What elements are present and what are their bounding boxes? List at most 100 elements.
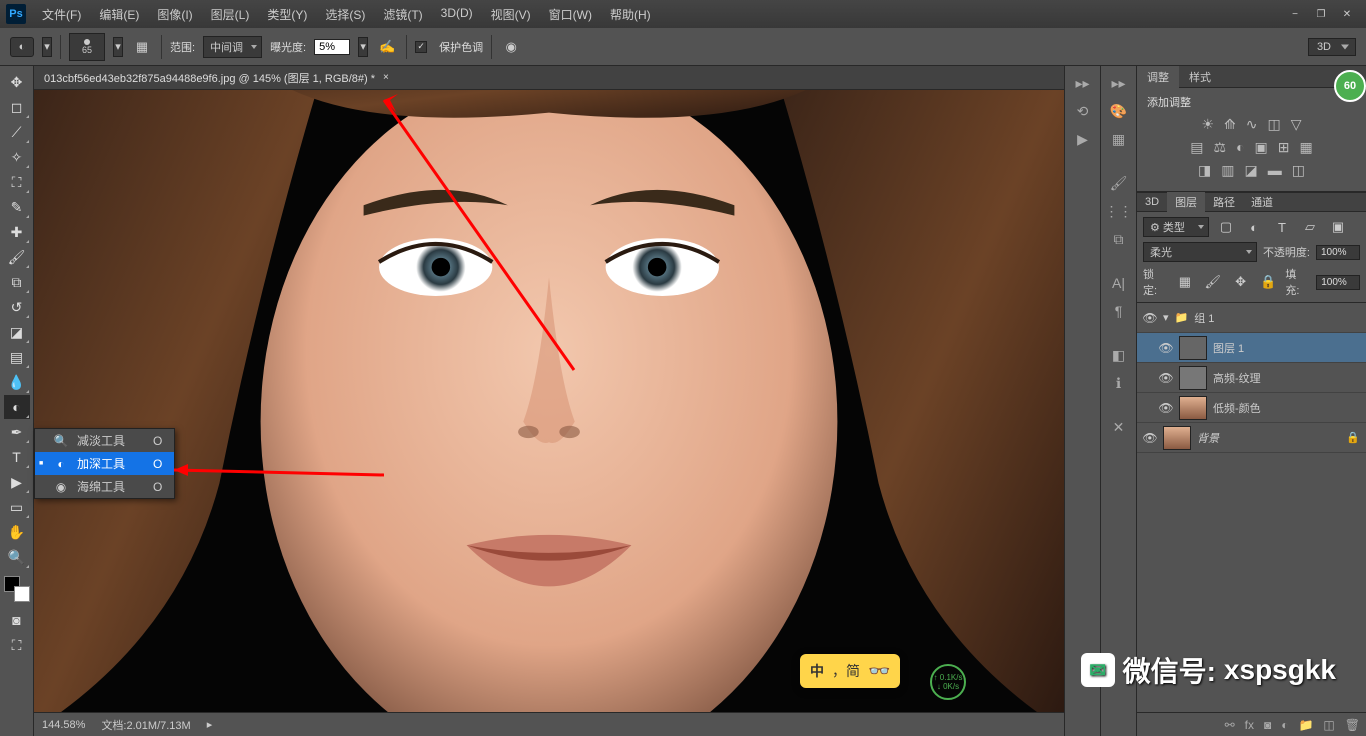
menu-filter[interactable]: 滤镜(T) bbox=[375, 2, 430, 27]
new-layer-icon[interactable]: ◫ bbox=[1323, 718, 1334, 732]
brush-panel-toggle[interactable]: ▦ bbox=[131, 36, 153, 58]
brush-tool[interactable]: 🖌 bbox=[4, 245, 30, 269]
move-tool[interactable]: ✥ bbox=[4, 70, 30, 94]
menu-window[interactable]: 窗口(W) bbox=[541, 2, 600, 27]
layer-name[interactable]: 组 1 bbox=[1194, 310, 1214, 326]
group-disclosure-icon[interactable]: ▾ bbox=[1163, 311, 1169, 324]
adj-gradmap-icon[interactable]: ▬ bbox=[1268, 162, 1282, 179]
mini-char-icon[interactable]: A| bbox=[1108, 272, 1130, 294]
layer-row-group[interactable]: 👁 ▾ 📁 组 1 bbox=[1137, 303, 1366, 333]
mini-para-icon[interactable]: ¶ bbox=[1108, 300, 1130, 322]
adj-lookup-icon[interactable]: ▦ bbox=[1300, 139, 1313, 156]
mini-nav-icon[interactable]: ◧ bbox=[1108, 344, 1130, 366]
stamp-tool[interactable]: ⧉ bbox=[4, 270, 30, 294]
mini-brushpresets-icon[interactable]: ⋮⋮ bbox=[1108, 200, 1130, 222]
tab-layers[interactable]: 图层 bbox=[1167, 192, 1205, 212]
filter-type-icon[interactable]: T bbox=[1271, 216, 1293, 238]
adj-poster-icon[interactable]: ▥ bbox=[1221, 162, 1234, 179]
new-adjustment-icon[interactable]: ◐ bbox=[1281, 718, 1288, 732]
visibility-toggle[interactable]: 👁 bbox=[1143, 431, 1157, 445]
crop-tool[interactable]: ⛶ bbox=[4, 170, 30, 194]
brush-dropdown[interactable]: ▾ bbox=[113, 37, 123, 57]
tool-preset-dropdown[interactable]: ▾ bbox=[42, 37, 52, 57]
mini-color-icon[interactable]: 🎨 bbox=[1108, 100, 1130, 122]
tab-paths[interactable]: 路径 bbox=[1205, 192, 1243, 212]
layer-name[interactable]: 低频-颜色 bbox=[1213, 400, 1261, 416]
adj-curves-icon[interactable]: ∿ bbox=[1246, 116, 1258, 133]
quickmask-toggle[interactable]: ◙ bbox=[4, 608, 30, 632]
workspace-switcher[interactable]: 3D bbox=[1308, 38, 1356, 56]
tab-styles[interactable]: 样式 bbox=[1179, 66, 1221, 88]
filter-smart-icon[interactable]: ▣ bbox=[1327, 216, 1349, 238]
layer-name[interactable]: 背景 bbox=[1197, 430, 1219, 446]
adj-vibrance-icon[interactable]: ▽ bbox=[1291, 116, 1302, 133]
zoom-tool[interactable]: 🔍 bbox=[4, 545, 30, 569]
layer-name[interactable]: 高频-纹理 bbox=[1213, 370, 1261, 386]
layer-row[interactable]: 👁 图层 1 bbox=[1137, 333, 1366, 363]
adj-photo-icon[interactable]: ▣ bbox=[1255, 139, 1268, 156]
canvas[interactable] bbox=[34, 90, 1064, 712]
adj-balance-icon[interactable]: ⚖ bbox=[1214, 139, 1227, 156]
mini-history-icon[interactable]: ⟲ bbox=[1072, 100, 1094, 122]
exposure-dropdown[interactable]: ▾ bbox=[358, 37, 368, 57]
mini-swatches-icon[interactable]: ▦ bbox=[1108, 128, 1130, 150]
layer-fx-icon[interactable]: fx bbox=[1245, 718, 1254, 732]
filter-pixel-icon[interactable]: ▢ bbox=[1215, 216, 1237, 238]
history-brush-tool[interactable]: ↺ bbox=[4, 295, 30, 319]
lock-all-icon[interactable]: 🔒 bbox=[1257, 271, 1279, 293]
layer-name[interactable]: 图层 1 bbox=[1213, 340, 1244, 356]
opacity-input[interactable]: 100% bbox=[1316, 245, 1360, 260]
layer-row[interactable]: 👁 低频-颜色 bbox=[1137, 393, 1366, 423]
dodge-burn-tool[interactable]: ◐ bbox=[4, 395, 30, 419]
layer-row-background[interactable]: 👁 背景 🔒 bbox=[1137, 423, 1366, 453]
visibility-toggle[interactable]: 👁 bbox=[1159, 401, 1173, 415]
menu-help[interactable]: 帮助(H) bbox=[602, 2, 659, 27]
mini-brush-icon[interactable]: 🖌 bbox=[1108, 172, 1130, 194]
airbrush-toggle[interactable]: ✍ bbox=[376, 36, 398, 58]
adj-exposure-icon[interactable]: ◫ bbox=[1268, 116, 1281, 133]
tab-3d[interactable]: 3D bbox=[1137, 194, 1167, 210]
filter-shape-icon[interactable]: ▱ bbox=[1299, 216, 1321, 238]
layer-thumbnail[interactable] bbox=[1163, 426, 1191, 450]
lock-transparent-icon[interactable]: ▦ bbox=[1174, 271, 1196, 293]
new-group-icon[interactable]: 📁 bbox=[1298, 718, 1313, 732]
menu-image[interactable]: 图像(I) bbox=[149, 2, 200, 27]
protect-tones-checkbox[interactable]: ✓ bbox=[415, 41, 427, 53]
ime-lang[interactable]: 中 bbox=[810, 661, 824, 681]
exposure-input[interactable]: 5% bbox=[314, 39, 350, 55]
layer-mask-icon[interactable]: ◙ bbox=[1264, 718, 1271, 732]
path-select-tool[interactable]: ▶ bbox=[4, 470, 30, 494]
adj-hue-icon[interactable]: ▤ bbox=[1190, 139, 1203, 156]
mini-expand-icon[interactable]: ▸▸ bbox=[1072, 72, 1094, 94]
adj-mixer-icon[interactable]: ⊞ bbox=[1278, 139, 1290, 156]
adj-selective-icon[interactable]: ◫ bbox=[1292, 162, 1305, 179]
color-swatches[interactable] bbox=[4, 576, 30, 602]
menu-3d[interactable]: 3D(D) bbox=[433, 2, 481, 27]
flyout-burn[interactable]: ◐ 加深工具 O bbox=[35, 452, 174, 475]
window-maximize[interactable]: ❐ bbox=[1308, 4, 1334, 24]
window-minimize[interactable]: − bbox=[1282, 4, 1308, 24]
visibility-toggle[interactable]: 👁 bbox=[1143, 311, 1157, 325]
layer-thumbnail[interactable] bbox=[1179, 336, 1207, 360]
delete-layer-icon[interactable]: 🗑 bbox=[1345, 718, 1360, 732]
status-arrow-icon[interactable]: ▸ bbox=[207, 718, 213, 731]
eraser-tool[interactable]: ◪ bbox=[4, 320, 30, 344]
lock-pixels-icon[interactable]: 🖌 bbox=[1202, 271, 1224, 293]
healing-tool[interactable]: ✚ bbox=[4, 220, 30, 244]
adj-invert-icon[interactable]: ◨ bbox=[1198, 162, 1211, 179]
screenmode-toggle[interactable]: ⛶ bbox=[4, 633, 30, 657]
layer-row[interactable]: 👁 高频-纹理 bbox=[1137, 363, 1366, 393]
brush-preset-picker[interactable]: 65 bbox=[69, 33, 105, 61]
menu-layer[interactable]: 图层(L) bbox=[203, 2, 258, 27]
menu-select[interactable]: 选择(S) bbox=[317, 2, 373, 27]
blend-mode-select[interactable]: 柔光 bbox=[1143, 242, 1257, 262]
gradient-tool[interactable]: ▤ bbox=[4, 345, 30, 369]
marquee-tool[interactable]: ◻ bbox=[4, 95, 30, 119]
background-color[interactable] bbox=[14, 586, 30, 602]
link-layers-icon[interactable]: ⚯ bbox=[1225, 718, 1235, 732]
filter-adj-icon[interactable]: ◐ bbox=[1243, 216, 1265, 238]
hand-tool[interactable]: ✋ bbox=[4, 520, 30, 544]
flyout-dodge[interactable]: 🔍 减淡工具 O bbox=[35, 429, 174, 452]
flyout-sponge[interactable]: ◉ 海绵工具 O bbox=[35, 475, 174, 498]
eyedropper-tool[interactable]: ✎ bbox=[4, 195, 30, 219]
